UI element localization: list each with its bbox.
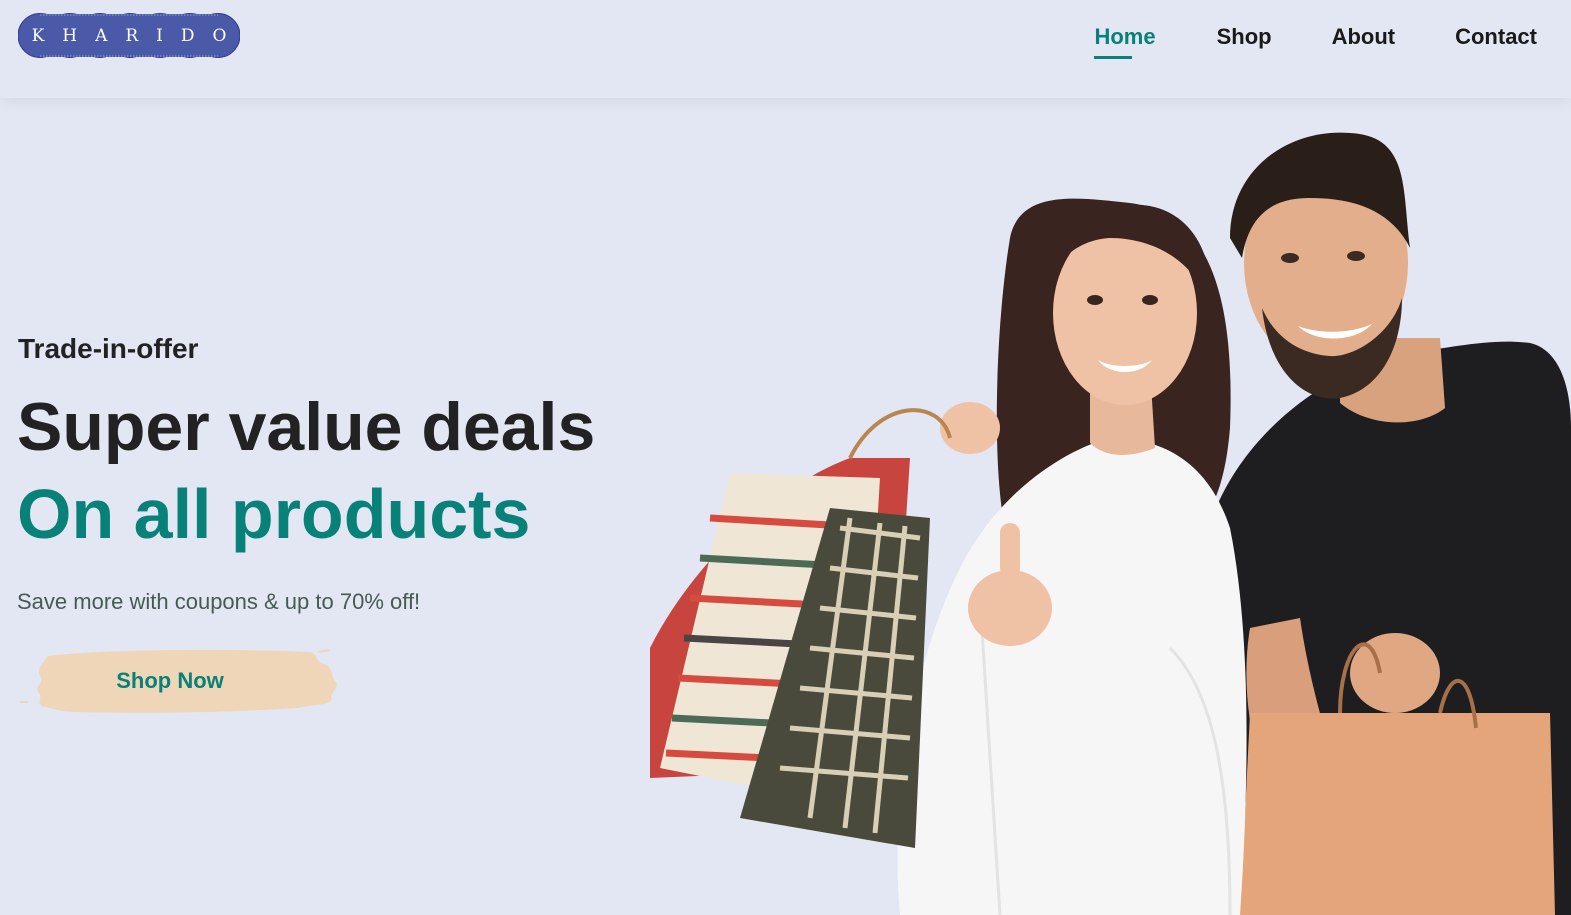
- nav-home[interactable]: Home: [1094, 24, 1156, 59]
- main-nav: Home Shop About Contact: [1094, 24, 1537, 59]
- hero-couple-illustration: [650, 132, 1571, 915]
- shop-now-label: Shop Now: [116, 668, 224, 693]
- man-figure: [1216, 132, 1571, 915]
- landing-page: KHARIDO Home Shop About Contact Trade-in…: [0, 0, 1571, 915]
- nav-shop[interactable]: Shop: [1217, 24, 1272, 50]
- nav-about[interactable]: About: [1332, 24, 1396, 50]
- logo-text: KHARIDO: [31, 25, 245, 46]
- shopping-bags: [650, 408, 952, 848]
- nav-contact[interactable]: Contact: [1455, 24, 1537, 50]
- logo[interactable]: KHARIDO: [17, 12, 245, 59]
- woman-figure: [897, 198, 1247, 915]
- site-header: KHARIDO Home Shop About Contact: [0, 0, 1571, 98]
- hero-title: Super value deals: [17, 389, 596, 465]
- hero-title-accent: On all products: [17, 475, 531, 553]
- shop-now-button[interactable]: Shop Now: [18, 646, 340, 716]
- hero-eyebrow: Trade-in-offer: [18, 333, 199, 364]
- hero-description: Save more with coupons & up to 70% off!: [17, 589, 421, 614]
